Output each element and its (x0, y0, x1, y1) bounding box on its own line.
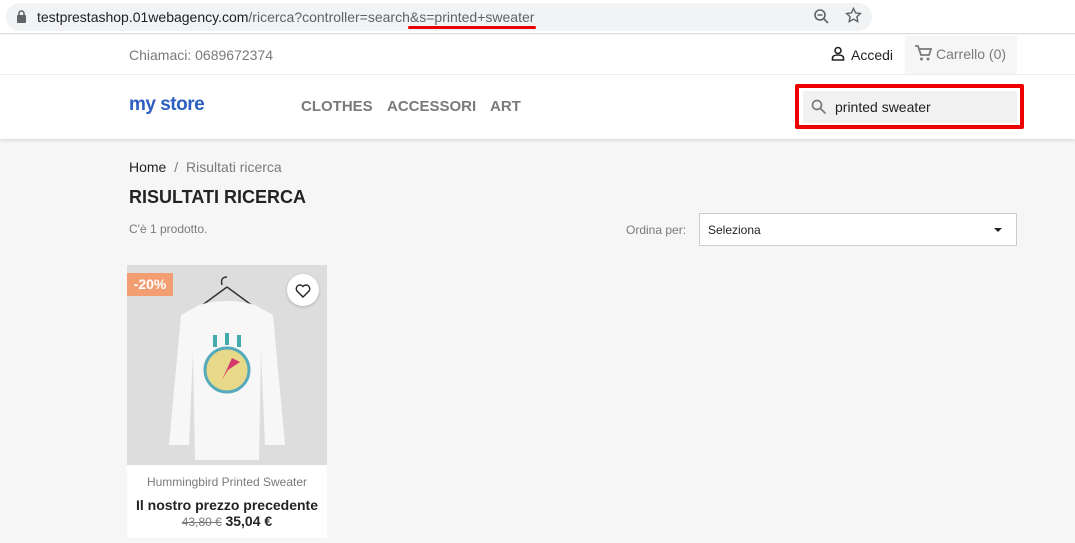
old-price: 43,80 € (181, 515, 222, 529)
cart-label: Carrello (0) (936, 46, 1007, 62)
cart-icon (915, 45, 932, 61)
nav-art[interactable]: ART (490, 98, 521, 115)
url-text[interactable]: testprestashop.01webagency.com/ricerca?c… (37, 9, 534, 25)
red-highlight-annotation (795, 84, 1024, 129)
wishlist-button[interactable] (287, 274, 319, 306)
store-logo[interactable]: my store (129, 94, 205, 116)
lock-icon (17, 10, 26, 23)
url-query: &s=printed+sweater (409, 9, 535, 25)
price-block: 43,80 € 35,04 € (127, 513, 327, 529)
product-name[interactable]: Hummingbird Printed Sweater (127, 475, 327, 489)
page-title: RISULTATI RICERCA (129, 187, 306, 207)
current-price: 35,04 € (225, 513, 273, 529)
nav-clothes[interactable]: CLOTHES (301, 98, 373, 115)
breadcrumb-separator: / (174, 159, 179, 175)
breadcrumb-home[interactable]: Home (129, 159, 166, 175)
url-host: testprestashop.01webagency.com (37, 9, 249, 25)
sort-label: Ordina per: (626, 223, 687, 237)
user-icon (831, 46, 845, 61)
url-path: /ricerca?controller=search (248, 9, 410, 25)
breadcrumb: Home / Risultati ricerca (129, 159, 282, 175)
caret-down-icon (994, 228, 1002, 232)
bookmark-star-icon[interactable] (845, 7, 862, 24)
heart-icon (295, 284, 311, 298)
red-underline-annotation (408, 26, 536, 29)
contact-phone: Chiamaci: 0689672374 (129, 47, 273, 63)
product-count: C'è 1 prodotto. (129, 222, 208, 236)
login-link[interactable]: Accedi (851, 47, 893, 63)
price-label: Il nostro prezzo precedente (135, 497, 319, 513)
sort-value: Seleziona (708, 223, 761, 237)
breadcrumb-current: Risultati ricerca (186, 159, 282, 175)
zoom-out-icon[interactable] (813, 8, 829, 24)
discount-badge: -20% (127, 273, 173, 296)
nav-accessori[interactable]: ACCESSORI (387, 98, 476, 115)
